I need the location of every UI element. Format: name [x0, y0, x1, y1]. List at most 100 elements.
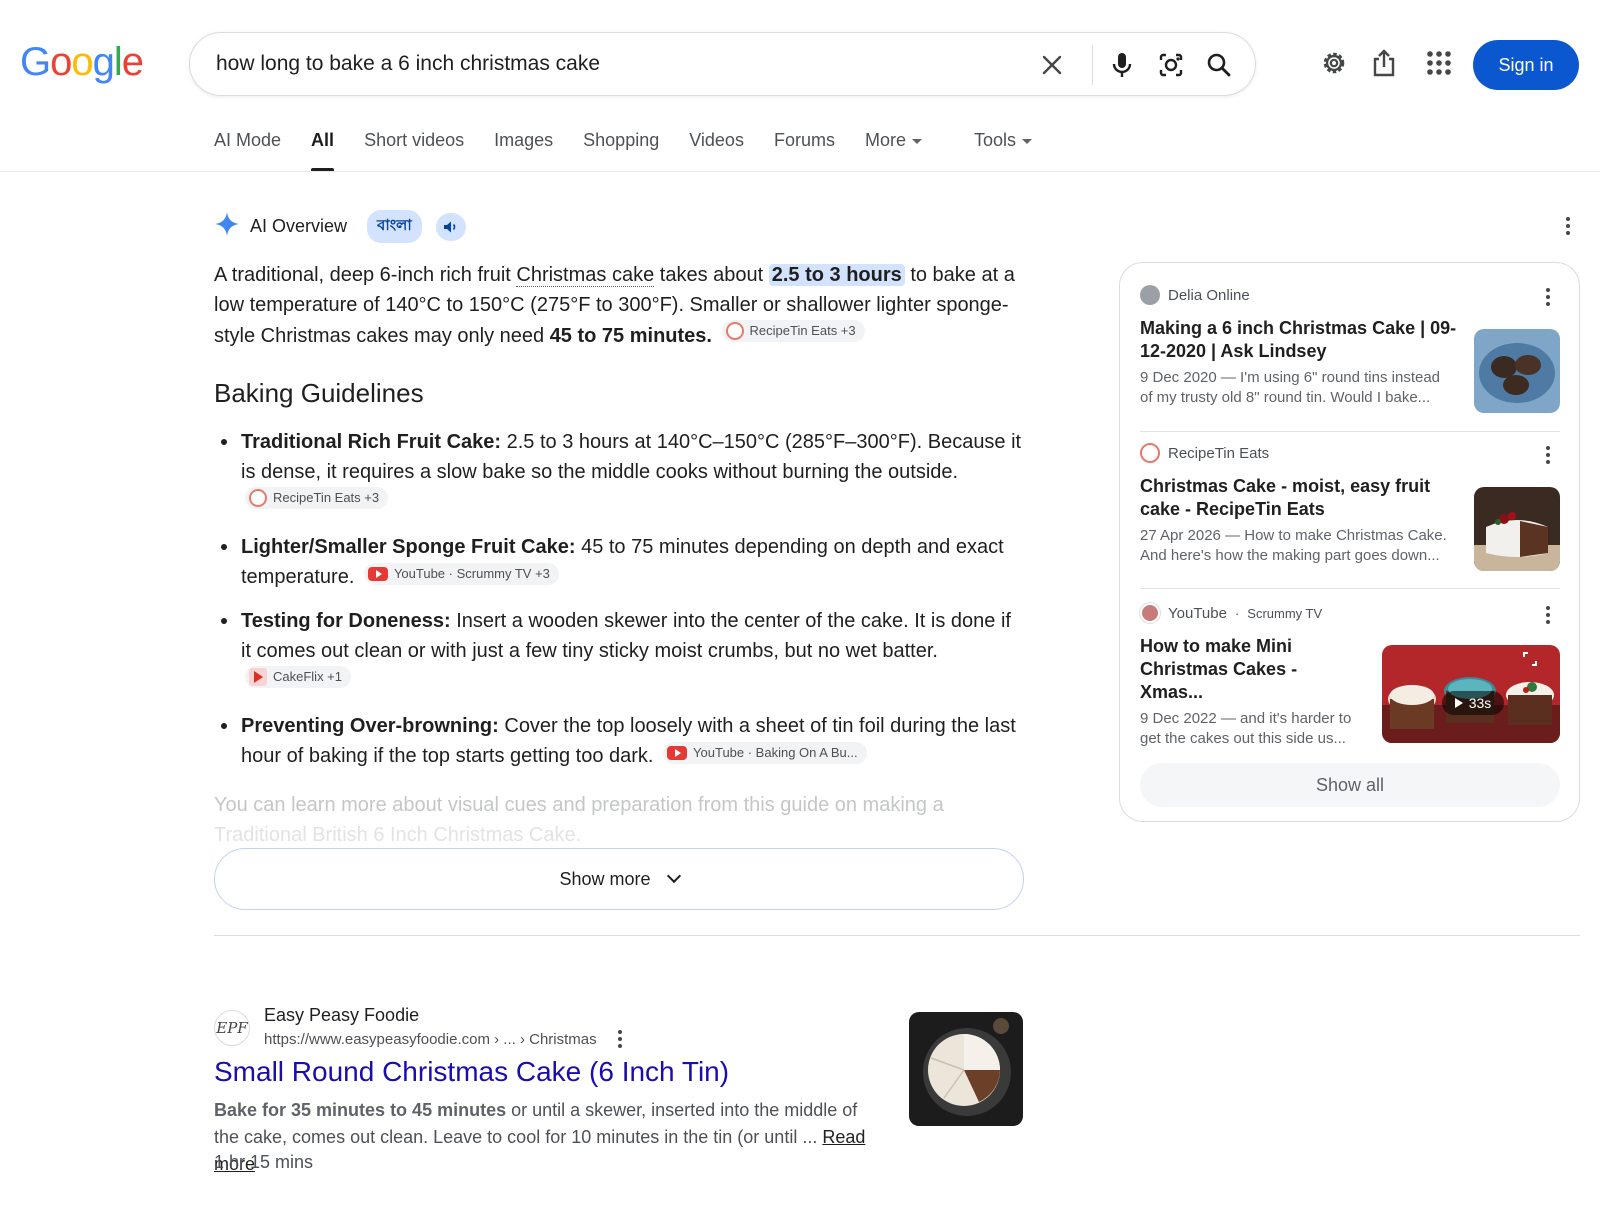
- show-more-button[interactable]: Show more: [214, 848, 1024, 910]
- recipetin-icon: [1140, 443, 1160, 463]
- divider: [1140, 588, 1560, 589]
- cake-thumbnail-image[interactable]: [1474, 487, 1560, 571]
- source-site-name: YouTube: [1168, 604, 1227, 622]
- source-chip[interactable]: RecipeTin Eats +3: [721, 320, 865, 342]
- share-icon[interactable]: [1367, 46, 1401, 80]
- source-chip[interactable]: YouTube · Baking On A Bu...: [663, 742, 867, 764]
- intro-link[interactable]: Christmas cake: [516, 264, 655, 287]
- clear-icon[interactable]: [1036, 49, 1068, 81]
- source-snippet: 9 Dec 2022 — and it's harder to get the …: [1140, 710, 1352, 747]
- bullet-title: Lighter/Smaller Sponge Fruit Cake:: [241, 536, 576, 558]
- intro-bold: 45 to 75 minutes.: [549, 325, 712, 347]
- language-chip[interactable]: বাংলা: [367, 210, 422, 243]
- google-logo[interactable]: Google: [20, 40, 144, 85]
- play-icon: [1454, 698, 1463, 708]
- cook-time: 1 hr 15 mins: [214, 1152, 314, 1172]
- sparkle-icon: [214, 211, 240, 242]
- ai-overview-title: AI Overview: [250, 216, 348, 236]
- list-item: Traditional Rich Fruit Cake: 2.5 to 3 ho…: [214, 427, 1024, 518]
- site-favicon: EPF: [214, 1010, 250, 1046]
- cakeflix-icon: [249, 668, 267, 686]
- logo-letter: o: [71, 40, 93, 84]
- fullscreen-icon[interactable]: [1523, 652, 1537, 666]
- search-icon[interactable]: [1203, 49, 1235, 81]
- tab-more[interactable]: More: [865, 130, 922, 172]
- source-chip[interactable]: RecipeTin Eats +3: [245, 487, 389, 509]
- source-site-name: Delia Online: [1168, 286, 1250, 304]
- intro-text: A traditional, deep 6-inch rich fruit: [214, 264, 517, 286]
- ai-overview-header: AI Overview বাংলা: [214, 210, 466, 243]
- youtube-icon: [367, 567, 388, 581]
- source-title[interactable]: How to make Mini Christmas Cakes - Xmas.…: [1140, 635, 1360, 704]
- chevron-down-icon: [666, 868, 681, 884]
- logo-letter: e: [121, 40, 144, 84]
- tab-videos[interactable]: Videos: [689, 130, 744, 172]
- tab-tools[interactable]: Tools: [973, 130, 1033, 172]
- bullet-title: Preventing Over-browning:: [241, 715, 499, 737]
- source-chip-label: CakeFlix +1: [273, 669, 342, 684]
- intro-text: takes about: [654, 264, 769, 286]
- recipetin-icon: [249, 489, 267, 507]
- snippet-bold: Bake for 35 minutes to 45 minutes: [214, 1100, 507, 1120]
- source-chip[interactable]: CakeFlix +1: [245, 666, 351, 688]
- show-all-button[interactable]: Show all: [1140, 763, 1560, 807]
- delia-online-icon: [1140, 285, 1160, 305]
- youtube-icon: [667, 746, 688, 760]
- search-input[interactable]: how long to bake a 6 inch christmas cake: [216, 52, 600, 76]
- tab-more-label: More: [864, 130, 906, 150]
- sign-in-button[interactable]: Sign in: [1473, 40, 1579, 90]
- mic-icon[interactable]: [1106, 49, 1138, 81]
- logo-letter: G: [20, 40, 51, 84]
- tab-tools-label: Tools: [973, 130, 1017, 150]
- source-site: Delia Online: [1140, 285, 1560, 305]
- tab-all[interactable]: All: [311, 130, 335, 172]
- search-divider: [1092, 45, 1093, 85]
- ai-overview-more-icon[interactable]: [1558, 214, 1578, 238]
- tab-images[interactable]: Images: [494, 130, 553, 172]
- tab-forums[interactable]: Forums: [774, 130, 835, 172]
- youtube-channel-avatar: [1140, 603, 1160, 623]
- result-title-link[interactable]: Small Round Christmas Cake (6 Inch Tin): [214, 1056, 729, 1088]
- tabs-divider: [0, 171, 1600, 172]
- result-url[interactable]: https://www.easypeasyfoodie.com › ... › …: [264, 1031, 597, 1048]
- divider: [1140, 431, 1560, 432]
- cake-thumbnail-image[interactable]: [1474, 329, 1560, 413]
- logo-letter: o: [50, 40, 72, 84]
- chevron-down-icon: [911, 138, 922, 144]
- source-title[interactable]: Christmas Cake - moist, easy fruit cake …: [1140, 475, 1450, 521]
- faded-line: Traditional British 6 Inch Christmas Cak…: [214, 824, 582, 846]
- settings-gear-icon[interactable]: [1317, 46, 1351, 80]
- source-chip[interactable]: YouTube · Scrummy TV +3: [363, 563, 559, 585]
- bullet-title: Traditional Rich Fruit Cake:: [241, 431, 502, 453]
- faded-continuation: You can learn more about visual cues and…: [214, 790, 1024, 850]
- video-duration-badge: 33s: [1442, 691, 1504, 715]
- source-snippet: 27 Apr 2026 — How to make Christmas Cake…: [1140, 527, 1447, 564]
- section-heading: Baking Guidelines: [214, 378, 424, 408]
- guidelines-list: Traditional Rich Fruit Cake: 2.5 to 3 ho…: [214, 427, 1024, 785]
- tab-shopping[interactable]: Shopping: [583, 130, 659, 172]
- tab-ai-mode[interactable]: AI Mode: [214, 130, 281, 172]
- lens-icon[interactable]: [1155, 49, 1187, 81]
- source-more-icon[interactable]: [1538, 603, 1558, 627]
- sources-panel: Delia Online Making a 6 inch Christmas C…: [1119, 262, 1580, 822]
- list-item: Lighter/Smaller Sponge Fruit Cake: 45 to…: [214, 532, 1024, 592]
- speaker-icon[interactable]: [435, 212, 466, 241]
- source-snippet: 9 Dec 2020 — I'm using 6" round tins ins…: [1140, 369, 1441, 406]
- source-more-icon[interactable]: [1538, 285, 1558, 309]
- source-chip-label: RecipeTin Eats +3: [749, 323, 856, 338]
- chevron-down-icon: [1022, 138, 1033, 144]
- result-thumbnail-image[interactable]: [909, 1012, 1023, 1126]
- show-more-label: Show more: [559, 868, 651, 889]
- result-more-icon[interactable]: [610, 1027, 630, 1051]
- source-title[interactable]: Making a 6 inch Christmas Cake | 09-12-2…: [1140, 317, 1460, 363]
- recipetin-icon: [725, 322, 744, 340]
- logo-letter: g: [92, 40, 115, 84]
- source-more-icon[interactable]: [1538, 443, 1558, 467]
- tab-short-videos[interactable]: Short videos: [364, 130, 464, 172]
- list-item: Preventing Over-browning: Cover the top …: [214, 711, 1024, 771]
- result-site-name[interactable]: Easy Peasy Foodie: [264, 1005, 419, 1026]
- faded-line: You can learn more about visual cues and…: [214, 794, 944, 816]
- intro-highlight: 2.5 to 3 hours: [768, 264, 905, 286]
- apps-grid-icon[interactable]: [1422, 46, 1456, 80]
- search-box[interactable]: how long to bake a 6 inch christmas cake: [189, 32, 1256, 96]
